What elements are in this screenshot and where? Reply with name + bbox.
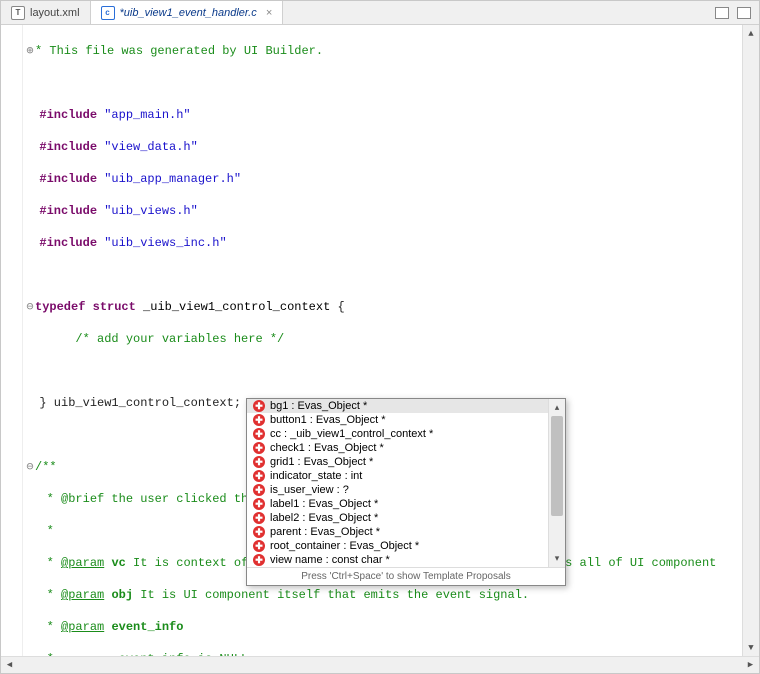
autocomplete-hint: Press 'Ctrl+Space' to show Template Prop… (247, 567, 565, 585)
autocomplete-item-label: bg1 : Evas_Object * (270, 400, 367, 412)
autocomplete-item-label: grid1 : Evas_Object * (270, 456, 373, 468)
tab-layout-xml[interactable]: T layout.xml (1, 1, 91, 24)
autocomplete-item-label: check1 : Evas_Object * (270, 442, 384, 454)
maximize-view-icon[interactable] (737, 7, 751, 19)
member-icon: ✚ (253, 512, 265, 524)
autocomplete-item[interactable]: ✚ button1 : Evas_Object * (247, 413, 565, 427)
autocomplete-item[interactable]: ✚ bg1 : Evas_Object * (247, 399, 565, 413)
autocomplete-item-label: label1 : Evas_Object * (270, 498, 378, 510)
autocomplete-item[interactable]: ✚ check1 : Evas_Object * (247, 441, 565, 455)
member-icon: ✚ (253, 484, 265, 496)
scroll-up-icon[interactable]: ▴ (549, 399, 565, 416)
autocomplete-popup: ✚ bg1 : Evas_Object * ✚ button1 : Evas_Obje… (246, 398, 566, 586)
tab-label: layout.xml (30, 7, 80, 19)
minimize-view-icon[interactable] (715, 7, 729, 19)
autocomplete-item[interactable]: ✚ root_container : Evas_Object * (247, 539, 565, 553)
scroll-down-icon[interactable]: ▾ (549, 550, 565, 567)
autocomplete-item-label: button1 : Evas_Object * (270, 414, 386, 426)
tab-event-handler-c[interactable]: c *uib_view1_event_handler.c × (91, 1, 284, 24)
autocomplete-item[interactable]: ✚ is_user_view : ? (247, 483, 565, 497)
member-icon: ✚ (253, 414, 265, 426)
scroll-down-icon[interactable]: ▼ (743, 639, 759, 656)
autocomplete-item-label: cc : _uib_view1_control_context * (270, 428, 433, 440)
autocomplete-item[interactable]: ✚ cc : _uib_view1_control_context * (247, 427, 565, 441)
autocomplete-item-label: is_user_view : ? (270, 484, 349, 496)
autocomplete-list: ✚ bg1 : Evas_Object * ✚ button1 : Evas_Obje… (247, 399, 565, 567)
scroll-left-icon[interactable]: ◀ (1, 657, 18, 673)
tab-label: *uib_view1_event_handler.c (120, 7, 257, 19)
member-icon: ✚ (253, 442, 265, 454)
member-icon: ✚ (253, 400, 265, 412)
autocomplete-item[interactable]: ✚ view name : const char * (247, 553, 565, 567)
autocomplete-item[interactable]: ✚ parent : Evas_Object * (247, 525, 565, 539)
member-icon: ✚ (253, 470, 265, 482)
autocomplete-item-label: label2 : Evas_Object * (270, 512, 378, 524)
xml-file-icon: T (11, 6, 25, 20)
autocomplete-item-label: indicator_state : int (270, 470, 362, 482)
c-file-icon: c (101, 6, 115, 20)
autocomplete-item[interactable]: ✚ grid1 : Evas_Object * (247, 455, 565, 469)
gutter (1, 25, 23, 656)
member-icon: ✚ (253, 540, 265, 552)
autocomplete-item-label: root_container : Evas_Object * (270, 540, 419, 552)
horizontal-scrollbar[interactable]: ◀ ▶ (1, 656, 759, 673)
tab-bar: T layout.xml c *uib_view1_event_handler.… (1, 1, 759, 25)
vertical-scrollbar[interactable]: ▲ ▼ (742, 25, 759, 656)
scroll-right-icon[interactable]: ▶ (742, 657, 759, 673)
close-icon[interactable]: × (266, 7, 272, 19)
member-icon: ✚ (253, 526, 265, 538)
scroll-up-icon[interactable]: ▲ (743, 25, 759, 42)
autocomplete-item[interactable]: ✚ indicator_state : int (247, 469, 565, 483)
toolbar-right (715, 7, 759, 19)
member-icon: ✚ (253, 498, 265, 510)
autocomplete-scrollbar[interactable]: ▴ ▾ (548, 399, 565, 567)
scrollbar-thumb[interactable] (551, 416, 563, 516)
autocomplete-item[interactable]: ✚ label2 : Evas_Object * (247, 511, 565, 525)
member-icon: ✚ (253, 456, 265, 468)
member-icon: ✚ (253, 554, 265, 566)
member-icon: ✚ (253, 428, 265, 440)
autocomplete-item[interactable]: ✚ label1 : Evas_Object * (247, 497, 565, 511)
autocomplete-item-label: parent : Evas_Object * (270, 526, 380, 538)
autocomplete-item-label: view name : const char * (270, 554, 390, 566)
